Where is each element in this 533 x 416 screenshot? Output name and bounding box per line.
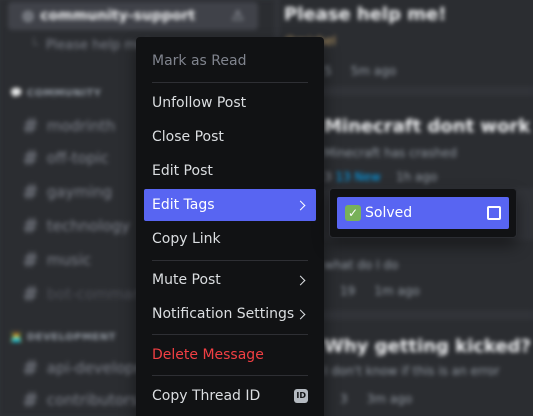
post-reply-count: 3 3m ago: [340, 392, 413, 406]
chevron-right-icon: [295, 200, 306, 210]
hash-icon: #: [22, 282, 39, 306]
thread-context-menu: Mark as Read Unfollow Post Close Post Ed…: [136, 37, 324, 416]
menu-item-mark-as-read[interactable]: Mark as Read: [144, 45, 316, 77]
menu-separator: [152, 260, 308, 261]
sidebar-item-channel[interactable]: # gayming: [22, 180, 112, 204]
chevron-right-icon: [295, 309, 306, 319]
sidebar-thread-item[interactable]: └ Please help me!: [30, 38, 150, 53]
menu-item-unfollow-post[interactable]: Unfollow Post: [144, 87, 316, 119]
sidebar-item-channel[interactable]: # modrinth: [22, 114, 115, 138]
sidebar-item-channel[interactable]: # music: [22, 248, 91, 272]
menu-item-copy-thread-id[interactable]: Copy Thread ID ID: [144, 380, 316, 412]
forum-icon: ◍: [22, 8, 35, 24]
category-community[interactable]: 💬 COMMUNITY: [10, 88, 101, 99]
category-development[interactable]: 👨‍💻 DEVELOPMENT: [10, 332, 116, 343]
menu-separator: [152, 375, 308, 376]
menu-item-notification-settings[interactable]: Notification Settings: [144, 298, 316, 330]
hash-icon: #: [22, 388, 39, 412]
sidebar-item-channel[interactable]: # off-topic: [22, 146, 109, 170]
tag-item-solved[interactable]: ✓ Solved: [337, 197, 509, 229]
hash-icon: #: [22, 146, 39, 170]
sidebar-item-channel[interactable]: # technology: [22, 214, 130, 238]
menu-separator: [152, 334, 308, 335]
post-reply-count: 3 13 New 1h ago: [324, 170, 438, 184]
hash-icon: #: [22, 180, 39, 204]
sidebar-item-channel[interactable]: # contributors: [22, 388, 138, 412]
thread-branch-icon: └: [30, 38, 38, 53]
hash-icon: #: [22, 214, 39, 238]
menu-item-delete-message[interactable]: Delete Message: [144, 339, 316, 371]
chevron-right-icon: [295, 275, 306, 285]
checkbox[interactable]: [487, 206, 501, 220]
post-reply-count: 5 5m ago: [324, 64, 397, 78]
edit-tags-submenu: ✓ Solved: [329, 188, 517, 238]
id-badge-icon: ID: [294, 389, 308, 403]
hash-icon: #: [22, 356, 39, 380]
menu-separator: [152, 82, 308, 83]
hash-icon: #: [22, 114, 39, 138]
channel-settings-icon: ⚠: [231, 8, 244, 24]
menu-item-edit-post[interactable]: Edit Post: [144, 155, 316, 187]
post-reply-count: 19 1m ago: [340, 284, 420, 298]
menu-item-close-post[interactable]: Close Post: [144, 121, 316, 153]
check-mark-button-icon: ✓: [345, 205, 361, 221]
hash-icon: #: [22, 248, 39, 272]
menu-item-copy-link[interactable]: Copy Link: [144, 223, 316, 255]
sidebar-item-community-support[interactable]: ◍ community-support ⚠: [8, 2, 258, 30]
menu-item-mute-post[interactable]: Mute Post: [144, 264, 316, 296]
menu-item-edit-tags[interactable]: Edit Tags: [144, 189, 316, 221]
